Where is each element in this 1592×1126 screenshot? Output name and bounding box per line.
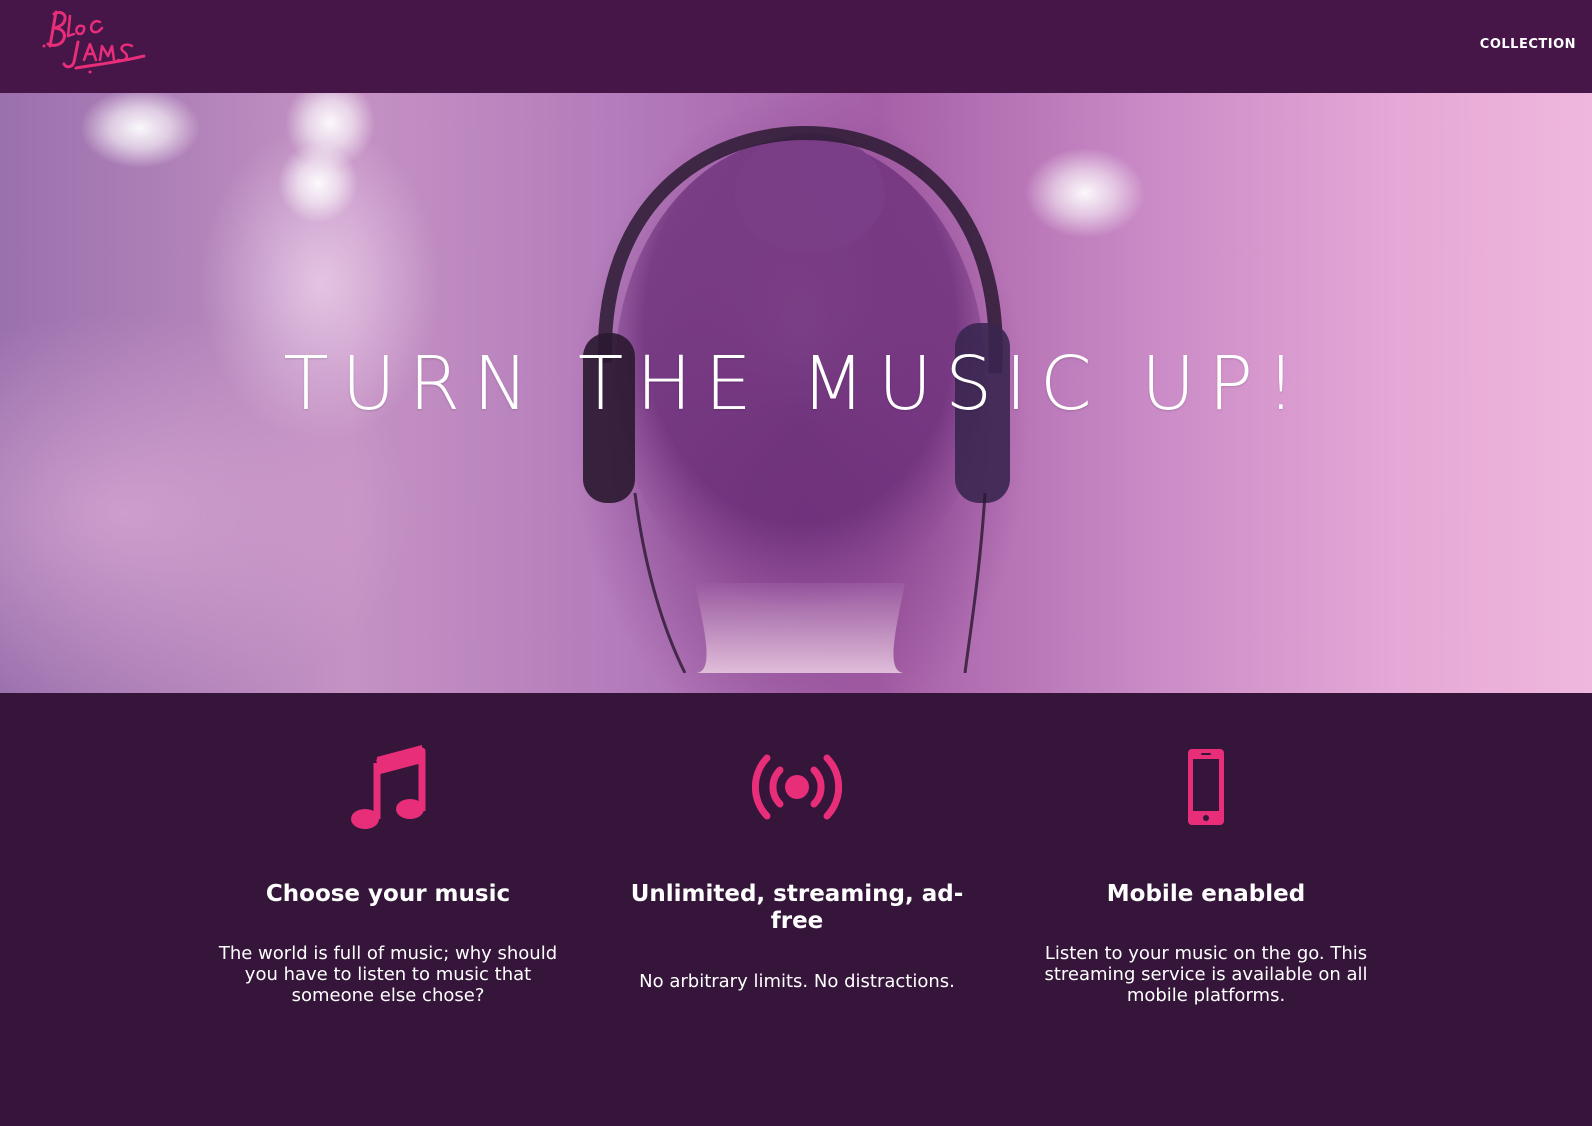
broadcast-icon [752,754,842,820]
bloc-jams-logo [42,10,146,74]
nav-link-collection[interactable]: COLLECTION [1480,37,1576,52]
logo-link[interactable] [40,6,150,76]
music-note-icon [351,745,426,829]
feature-title: Choose your music [265,881,511,907]
features-section: Choose your music The world is full of m… [0,693,1592,1126]
navbar: COLLECTION [0,0,1592,93]
feature-title: Mobile enabled [1106,881,1306,907]
hero-banner: TURN THE MUSIC UP! [0,93,1592,693]
feature-description: Listen to your music on the go. This str… [1044,943,1368,1006]
mobile-phone-icon [1188,749,1224,825]
feature-description: No arbitrary limits. No distractions. [639,971,955,992]
hero-title: TURN THE MUSIC UP! [283,341,1309,427]
feature-description: The world is full of music; why should y… [218,943,558,1006]
feature-title: Unlimited, streaming, ad-free [630,881,964,934]
